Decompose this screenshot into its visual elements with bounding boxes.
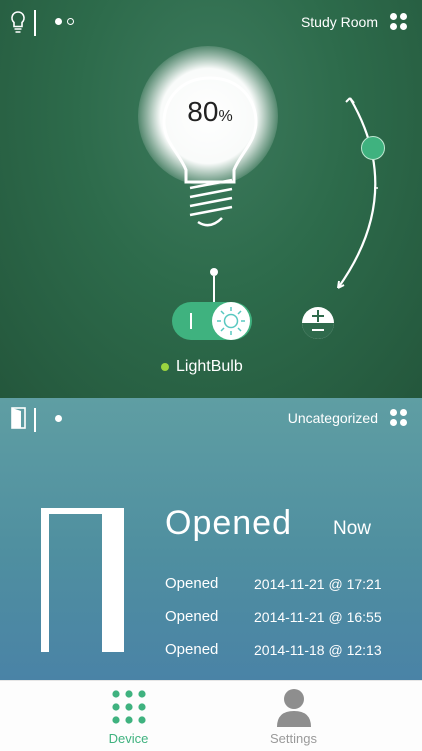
power-toggle[interactable]: [172, 302, 252, 340]
log-event: Opened: [165, 641, 219, 658]
brightness-unit: %: [218, 108, 233, 125]
log-time: 2014-11-18 @ 12:13: [254, 642, 382, 658]
page-dot-active[interactable]: [55, 18, 62, 25]
log-event: Opened: [165, 608, 219, 625]
toggle-connector-dot: [210, 268, 218, 276]
page-dot-inactive[interactable]: [67, 18, 74, 25]
tab-settings[interactable]: Settings: [211, 681, 422, 751]
tab-bar: Device Settings: [0, 680, 422, 751]
tab-device[interactable]: Device: [0, 681, 211, 751]
brightness-slider[interactable]: [326, 88, 396, 298]
bulb-small-icon: [11, 11, 25, 33]
brightness-value: 80: [187, 96, 219, 127]
grid-icon: [112, 690, 146, 724]
power-on-mark: [190, 313, 192, 329]
tab-settings-label: Settings: [270, 731, 317, 746]
toggle-knob[interactable]: [212, 302, 250, 340]
door-device-card: Uncategorized Opened Now Opened 2014-11-…: [0, 398, 422, 680]
person-icon: [277, 689, 311, 727]
toggle-connector-line: [213, 276, 215, 304]
door-status: Opened: [165, 504, 292, 542]
log-event: Opened: [165, 575, 219, 592]
brightness-slider-handle[interactable]: [361, 136, 385, 160]
plus-minus-icon[interactable]: [300, 305, 336, 341]
divider: [34, 408, 36, 432]
door-status-time: Now: [333, 518, 372, 539]
door-small-icon: [11, 407, 26, 429]
sun-icon: [217, 307, 245, 335]
section-title[interactable]: Uncategorized: [288, 410, 378, 426]
brightness-readout: 80%: [160, 96, 260, 128]
device-status-dot: [161, 363, 169, 371]
section-grid-icon[interactable]: [390, 409, 408, 427]
divider: [34, 10, 36, 36]
door-icon[interactable]: [40, 506, 130, 656]
room-grid-icon[interactable]: [390, 13, 408, 31]
log-time: 2014-11-21 @ 16:55: [254, 609, 382, 625]
log-time: 2014-11-21 @ 17:21: [254, 576, 382, 592]
room-title[interactable]: Study Room: [301, 14, 378, 30]
page-dot-active[interactable]: [55, 415, 62, 422]
light-device-card: Study Room 80% LightBulb: [0, 0, 422, 398]
device-label: LightBulb: [176, 358, 243, 375]
